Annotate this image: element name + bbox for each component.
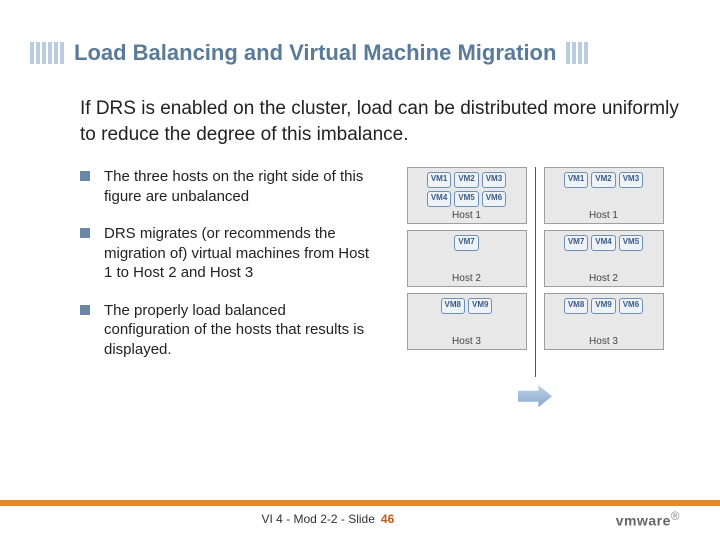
host-label: Host 1 [549,210,659,221]
diagram-col-right: VM1VM2VM3 Host 1 VM7VM4VM5 Host 2 VM8VM9… [544,167,664,350]
host-box: VM8VM9VM6 Host 3 [544,293,664,350]
bullet-item: The properly load balanced configuration… [80,301,370,360]
slide-title: Load Balancing and Virtual Machine Migra… [74,40,556,66]
footer-meta: VI 4 - Mod 2-2 - Slide 46 [262,512,395,526]
vm-badge: VM9 [591,298,615,314]
vm-badge: VM3 [482,172,506,188]
title-stripe-right [566,42,690,64]
vm-badge: VM1 [427,172,451,188]
bullet-item: DRS migrates (or recommends the migratio… [80,224,370,283]
vm-badge: VM2 [591,172,615,188]
vm-badge: VM4 [427,191,451,207]
host-label: Host 2 [549,273,659,284]
intro-text: If DRS is enabled on the cluster, load c… [0,96,720,147]
host-label: Host 2 [412,273,522,284]
vm-badge: VM4 [591,235,615,251]
host-box: VM7 Host 2 [407,230,527,287]
column-divider [535,167,536,377]
host-label: Host 3 [549,336,659,347]
host-box: VM8VM9 Host 3 [407,293,527,350]
host-box: VM7VM4VM5 Host 2 [544,230,664,287]
vm-badge: VM3 [619,172,643,188]
vm-badge: VM9 [468,298,492,314]
vm-badge: VM5 [619,235,643,251]
diagram-col-left: VM1VM2VM3 VM4VM5VM6 Host 1 VM7 Host 2 VM… [407,167,527,350]
title-bar: Load Balancing and Virtual Machine Migra… [0,40,720,66]
footer-text: VI 4 - Mod 2-2 - Slide [262,512,375,526]
content-row: The three hosts on the right side of thi… [0,167,720,377]
host-box: VM1VM2VM3 Host 1 [544,167,664,224]
host-label: Host 1 [412,210,522,221]
vm-badge: VM5 [454,191,478,207]
vm-badge: VM6 [619,298,643,314]
diagram: VM1VM2VM3 VM4VM5VM6 Host 1 VM7 Host 2 VM… [390,167,680,377]
title-stripe-left [30,42,64,64]
vm-badge: VM7 [454,235,478,251]
vm-badge: VM8 [441,298,465,314]
vm-badge: VM6 [482,191,506,207]
arrow-icon [518,385,552,407]
slide: Load Balancing and Virtual Machine Migra… [0,0,720,540]
footer: VI 4 - Mod 2-2 - Slide 46 vmware® [0,500,720,540]
host-box: VM1VM2VM3 VM4VM5VM6 Host 1 [407,167,527,224]
vm-badge: VM2 [454,172,478,188]
host-label: Host 3 [412,336,522,347]
vm-badge: VM8 [564,298,588,314]
bullet-list: The three hosts on the right side of thi… [80,167,370,377]
vm-badge: VM1 [564,172,588,188]
vmware-logo: vmware® [616,510,680,529]
bullet-item: The three hosts on the right side of thi… [80,167,370,206]
page-number: 46 [381,512,394,526]
vm-badge: VM7 [564,235,588,251]
